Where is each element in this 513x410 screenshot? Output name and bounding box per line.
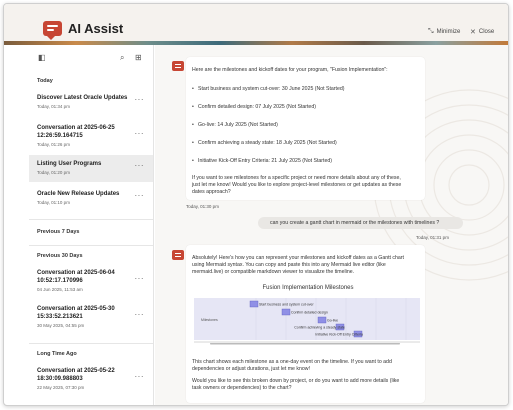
message-text: Absolutely! Here's how you can represent… bbox=[192, 255, 404, 261]
chat-area[interactable]: Here are the milestones and kickoff date… bbox=[155, 45, 508, 405]
conversation-item[interactable]: Conversation at 2025-05-22 18:30:09.9888… bbox=[29, 365, 153, 397]
gantt-chart: Fusion Implementation Milestones Milesto… bbox=[194, 285, 420, 345]
section-divider bbox=[29, 219, 153, 220]
new-chat-icon[interactable]: ⊞ bbox=[135, 53, 142, 62]
ai-assist-panel: AI Assist ⤡ Minimize ✕ Close ◧ ⌕ ⊞ Today… bbox=[3, 3, 509, 406]
minimize-icon: ⤡ bbox=[428, 28, 434, 35]
conversation-date: 30 May 2025, 04:55 pm bbox=[37, 323, 85, 328]
conversation-item-active[interactable]: Listing User Programs Today, 01:20 pm ··… bbox=[29, 155, 153, 182]
conversation-name: Conversation at 2025-06-25 12:26:59.1647… bbox=[37, 125, 115, 139]
message-text: task owners or dependencies) to the char… bbox=[192, 385, 292, 391]
more-options-icon[interactable]: ··· bbox=[135, 161, 145, 170]
more-options-icon[interactable]: ··· bbox=[135, 310, 145, 319]
conversation-name: Discover Latest Oracle Updates bbox=[37, 95, 128, 101]
milestone-bullet: Confirm achieving a steady state: 18 Jul… bbox=[192, 140, 337, 146]
more-options-icon[interactable]: ··· bbox=[135, 129, 145, 138]
conversation-date: Today, 01:34 pm bbox=[37, 104, 70, 109]
message-text: using Mermaid syntax. You can copy and p… bbox=[192, 262, 386, 268]
conversation-item[interactable]: Conversation at 2025-05-30 15:33:52.2136… bbox=[29, 303, 153, 335]
user-message: can you create a gantt chart in mermaid … bbox=[258, 217, 463, 229]
conversation-date: 04 Jun 2025, 11:53 am bbox=[37, 287, 83, 292]
minimize-button[interactable]: ⤡ Minimize bbox=[428, 28, 460, 36]
conversation-sidebar: ◧ ⌕ ⊞ Today Discover Latest Oracle Updat… bbox=[29, 45, 154, 405]
milestone-bullet: Confirm detailed design: 07 July 2025 (N… bbox=[192, 104, 316, 110]
gantt-section-label: Milestones bbox=[201, 318, 218, 322]
collapse-sidebar-icon[interactable]: ◧ bbox=[38, 53, 46, 62]
milestone-label: Initiative Kick-Off Entry Criteria bbox=[315, 333, 363, 337]
message-text: This chart shows each milestone as a one… bbox=[192, 359, 392, 365]
section-previous-7-days: Previous 7 Days bbox=[37, 229, 80, 235]
assistant-avatar-icon bbox=[172, 250, 184, 260]
minimize-label: Minimize bbox=[436, 29, 461, 35]
message-text: mermaid.live) or compatible markdown vie… bbox=[192, 269, 355, 275]
conversation-item[interactable]: Conversation at 2025-06-25 12:26:59.1647… bbox=[29, 121, 153, 153]
conversation-date: 22 May 2025, 07:30 pm bbox=[37, 385, 85, 390]
message-text: dates approach? bbox=[192, 189, 231, 195]
milestone-label: Go-live bbox=[327, 319, 338, 323]
conversation-name: Conversation at 2025-05-22 18:30:09.9888… bbox=[37, 368, 115, 382]
conversation-name: Conversation at 2025-06-04 10:52:17.1709… bbox=[37, 270, 115, 284]
close-label: Close bbox=[478, 29, 495, 35]
conversation-name: Oracle New Release Updates bbox=[37, 191, 120, 197]
milestone-label: Start business and system cut-over bbox=[259, 303, 314, 307]
gantt-chart-title: Fusion Implementation Milestones bbox=[262, 285, 353, 291]
conversation-date: Today, 01:26 pm bbox=[37, 142, 70, 147]
message-text: Would you like to see this broken down b… bbox=[192, 378, 400, 384]
section-divider bbox=[29, 343, 153, 344]
assistant-message: Absolutely! Here's how you can represent… bbox=[186, 245, 425, 403]
sidebar-toolbar: ◧ ⌕ ⊞ bbox=[29, 45, 153, 69]
milestone-bullet: Go-live: 14 July 2025 (Not Started) bbox=[192, 122, 278, 128]
milestone-bullet: Initiative Kick-Off Entry Criteria: 21 J… bbox=[192, 158, 332, 164]
section-divider bbox=[29, 245, 153, 246]
user-message-text: can you create a gantt chart in mermaid … bbox=[270, 220, 440, 226]
conversation-item[interactable]: Conversation at 2025-06-04 10:52:17.1709… bbox=[29, 267, 153, 299]
more-options-icon[interactable]: ··· bbox=[135, 191, 145, 200]
section-previous-30-days: Previous 30 Days bbox=[37, 253, 83, 259]
conversation-name: Conversation at 2025-05-30 15:33:52.2136… bbox=[37, 306, 115, 320]
message-text: If you want to see milestones for a spec… bbox=[192, 175, 401, 181]
more-options-icon[interactable]: ··· bbox=[135, 274, 145, 283]
message-text: Here are the milestones and kickoff date… bbox=[192, 67, 388, 73]
assistant-avatar-icon bbox=[172, 61, 184, 71]
milestone-label: Confirm detailed design bbox=[291, 311, 328, 315]
section-long-time-ago: Long Time Ago bbox=[37, 351, 77, 357]
panel-title: AI Assist bbox=[68, 21, 124, 36]
milestone-bar bbox=[317, 316, 327, 324]
conversation-item[interactable]: Oracle New Release Updates Today, 01:10 … bbox=[29, 187, 153, 211]
milestone-bar bbox=[281, 308, 291, 316]
message-timestamp: Today, 01:30 pm bbox=[186, 204, 219, 209]
conversation-name: Listing User Programs bbox=[37, 161, 102, 167]
header: AI Assist ⤡ Minimize ✕ Close bbox=[4, 4, 508, 45]
assistant-message: Here are the milestones and kickoff date… bbox=[186, 57, 425, 200]
conversation-item[interactable]: Discover Latest Oracle Updates Today, 01… bbox=[29, 91, 153, 115]
milestone-bar bbox=[249, 300, 259, 308]
close-button[interactable]: ✕ Close bbox=[470, 28, 494, 36]
conversation-date: Today, 01:20 pm bbox=[37, 170, 70, 175]
milestone-bullet: Start business and system cut-over: 30 J… bbox=[192, 86, 345, 92]
more-options-icon[interactable]: ··· bbox=[135, 372, 145, 381]
ai-assist-logo-icon bbox=[43, 21, 62, 40]
message-timestamp: Today, 01:31 pm bbox=[416, 235, 449, 240]
gantt-axis-ticks bbox=[210, 343, 400, 345]
close-icon: ✕ bbox=[470, 29, 476, 36]
message-text: dependencies or adjust durations, just l… bbox=[192, 366, 310, 372]
search-icon[interactable]: ⌕ bbox=[120, 53, 124, 63]
conversation-date: Today, 01:10 pm bbox=[37, 200, 70, 205]
more-options-icon[interactable]: ··· bbox=[135, 95, 145, 104]
message-text: just let me know! Would you like to expl… bbox=[192, 182, 402, 188]
milestone-label: Confirm achieving a steady state bbox=[294, 326, 345, 330]
section-today: Today bbox=[37, 78, 53, 84]
